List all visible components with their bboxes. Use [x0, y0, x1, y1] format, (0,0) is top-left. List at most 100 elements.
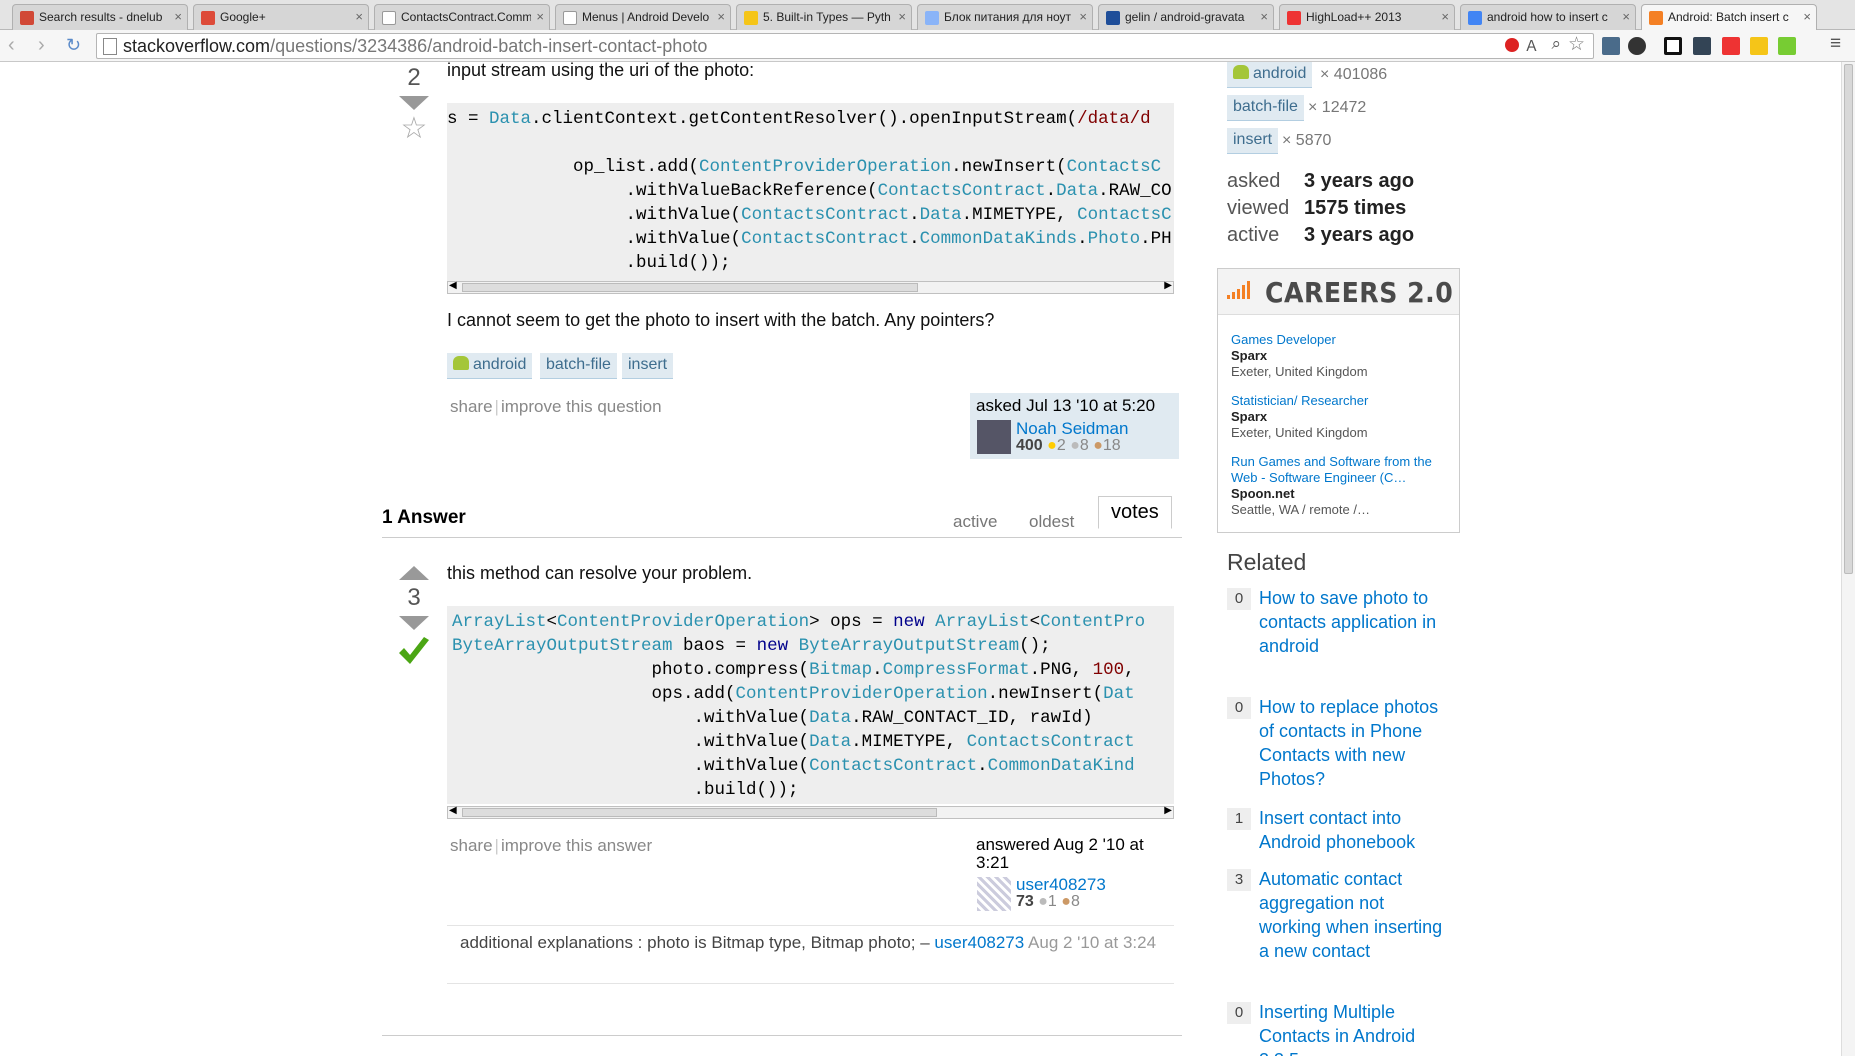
related-score: 0	[1227, 697, 1251, 719]
stat-asked-value: 3 years ago	[1304, 170, 1415, 192]
browser-tab[interactable]: android how to insert c ×	[1460, 4, 1636, 30]
browser-tab-active[interactable]: Android: Batch insert c ×	[1641, 4, 1817, 31]
translate-icon[interactable]: Ａ	[1524, 35, 1539, 56]
sidebar-tag-batch-file[interactable]: batch-file	[1227, 95, 1304, 121]
back-icon[interactable]: ‹	[8, 34, 15, 57]
related-link[interactable]: Insert contact into Android phonebook	[1259, 806, 1449, 854]
tag-insert[interactable]: insert	[622, 353, 674, 379]
python-icon	[744, 11, 758, 25]
scrollbar-thumb[interactable]	[462, 808, 937, 817]
browser-tab[interactable]: gelin / android-gravata ×	[1098, 4, 1274, 30]
related-item[interactable]: 0 How to replace photos of contacts in P…	[1227, 695, 1447, 791]
related-item[interactable]: 3 Automatic contact aggregation not work…	[1227, 867, 1447, 967]
close-icon[interactable]: ×	[1803, 9, 1811, 24]
extension-icon[interactable]	[1722, 37, 1740, 55]
silver-badge-icon: ●	[1038, 893, 1048, 910]
browser-tab[interactable]: Search results - dnelub ×	[12, 4, 188, 30]
sidebar-tag-android[interactable]: android	[1227, 62, 1313, 88]
reload-icon[interactable]: ↻	[66, 35, 81, 56]
silver-badge-icon: ●	[1070, 437, 1080, 454]
careers-header[interactable]: CAREERS 2.0	[1218, 269, 1459, 315]
question-text: I cannot seem to get the photo to insert…	[447, 310, 995, 330]
close-icon[interactable]: ×	[174, 9, 182, 24]
related-item[interactable]: 0 Inserting Multiple Contacts in Android…	[1227, 1000, 1447, 1056]
camera-icon[interactable]	[1693, 37, 1711, 55]
code-horizontal-scrollbar[interactable]: ◀ ▶	[447, 805, 1174, 819]
vote-down-icon[interactable]	[399, 96, 429, 110]
close-icon[interactable]: ×	[717, 9, 725, 24]
user-name[interactable]: user408273	[1016, 875, 1106, 895]
scroll-left-icon[interactable]: ◀	[449, 805, 457, 816]
comment-divider	[447, 983, 1174, 984]
page-icon	[382, 11, 396, 25]
share-link[interactable]: share	[450, 836, 493, 855]
answer-post-menu: share | improve this answer	[450, 836, 652, 856]
code-horizontal-scrollbar[interactable]: ◀ ▶	[447, 280, 1174, 294]
download-icon[interactable]	[1778, 37, 1796, 55]
bronze-badge-icon: ●	[1061, 893, 1071, 910]
related-link[interactable]: Inserting Multiple Contacts in Android 2…	[1259, 1000, 1447, 1056]
job-listing[interactable]: Statistician/ Researcher Sparx Exeter, U…	[1231, 393, 1446, 441]
user-name[interactable]: Noah Seidman	[1016, 419, 1128, 439]
tag-count: × 12472	[1308, 99, 1367, 116]
related-link[interactable]: Automatic contact aggregation not workin…	[1259, 867, 1449, 963]
tag-batch-file[interactable]: batch-file	[540, 353, 617, 379]
related-link[interactable]: How to save photo to contacts applicatio…	[1259, 586, 1449, 658]
adblock-icon[interactable]	[1505, 38, 1519, 52]
close-icon[interactable]: ×	[898, 9, 906, 24]
sidebar-tag-insert[interactable]: insert	[1227, 128, 1279, 154]
scroll-right-icon[interactable]: ▶	[1164, 805, 1172, 816]
share-link[interactable]: share	[450, 397, 493, 416]
browser-tab[interactable]: Google+ ×	[193, 4, 369, 30]
related-item[interactable]: 1 Insert contact into Android phonebook	[1227, 806, 1447, 856]
scrollbar-thumb[interactable]	[462, 283, 918, 292]
vote-up-icon[interactable]	[399, 566, 429, 580]
tab-active[interactable]: active	[953, 512, 997, 532]
extension-icon[interactable]	[1664, 37, 1682, 55]
related-item[interactable]: 0 How to save photo to contacts applicat…	[1227, 586, 1447, 682]
question-vote-cell: 2 ☆	[394, 64, 434, 146]
close-icon[interactable]: ×	[355, 9, 363, 24]
comment-user[interactable]: user408273	[934, 933, 1024, 952]
google-plus-icon	[201, 11, 215, 25]
comment-divider	[447, 925, 1174, 926]
vote-down-icon[interactable]	[399, 616, 429, 630]
job-listing[interactable]: Games Developer Sparx Exeter, United Kin…	[1231, 332, 1446, 380]
avatar[interactable]	[977, 420, 1011, 454]
close-icon[interactable]: ×	[1622, 9, 1630, 24]
answer-vote-cell: 3	[394, 566, 434, 675]
browser-tab[interactable]: Menus | Android Develo ×	[555, 4, 731, 30]
job-listing[interactable]: Run Games and Software from the Web - So…	[1231, 454, 1446, 518]
bookmark-star-icon[interactable]: ☆	[1568, 33, 1585, 56]
address-bar[interactable]: stackoverflow.com/questions/3234386/andr…	[96, 33, 1594, 59]
browser-tab[interactable]: 5. Built-in Types — Pyth ×	[736, 4, 912, 30]
tag-android[interactable]: android	[447, 353, 533, 379]
improve-answer-link[interactable]: improve this answer	[501, 836, 652, 855]
close-icon[interactable]: ×	[1260, 9, 1268, 24]
browser-tab[interactable]: HighLoad++ 2013 ×	[1279, 4, 1455, 30]
favorite-star-icon[interactable]: ☆	[394, 112, 434, 146]
scroll-left-icon[interactable]: ◀	[449, 280, 457, 291]
browser-tab[interactable]: Блок питания для ноут ×	[917, 4, 1093, 30]
tab-votes[interactable]: votes	[1098, 496, 1172, 529]
extension-icon[interactable]	[1750, 37, 1768, 55]
gear-icon[interactable]	[1628, 37, 1646, 55]
extension-icon[interactable]	[1602, 37, 1620, 55]
related-link[interactable]: How to replace photos of contacts in Pho…	[1259, 695, 1449, 791]
scroll-right-icon[interactable]: ▶	[1164, 280, 1172, 291]
close-icon[interactable]: ×	[1079, 9, 1087, 24]
close-icon[interactable]: ×	[1441, 9, 1449, 24]
answered-date: answered Aug 2 '10 at 3:21	[976, 835, 1144, 872]
close-icon[interactable]: ×	[536, 9, 544, 24]
browser-tab[interactable]: ContactsContract.Comm ×	[374, 4, 550, 30]
bitbucket-icon	[1106, 11, 1120, 25]
avatar[interactable]	[977, 877, 1011, 911]
stat-active: active	[1227, 224, 1280, 246]
zoom-icon[interactable]: ⌕	[1551, 34, 1561, 54]
improve-question-link[interactable]: improve this question	[501, 397, 662, 416]
page-vertical-scrollbar[interactable]	[1841, 62, 1855, 1056]
tab-oldest[interactable]: oldest	[1029, 512, 1074, 532]
forward-icon[interactable]: ›	[38, 34, 45, 57]
scrollbar-thumb[interactable]	[1844, 64, 1853, 574]
menu-icon[interactable]: ≡	[1830, 33, 1841, 55]
